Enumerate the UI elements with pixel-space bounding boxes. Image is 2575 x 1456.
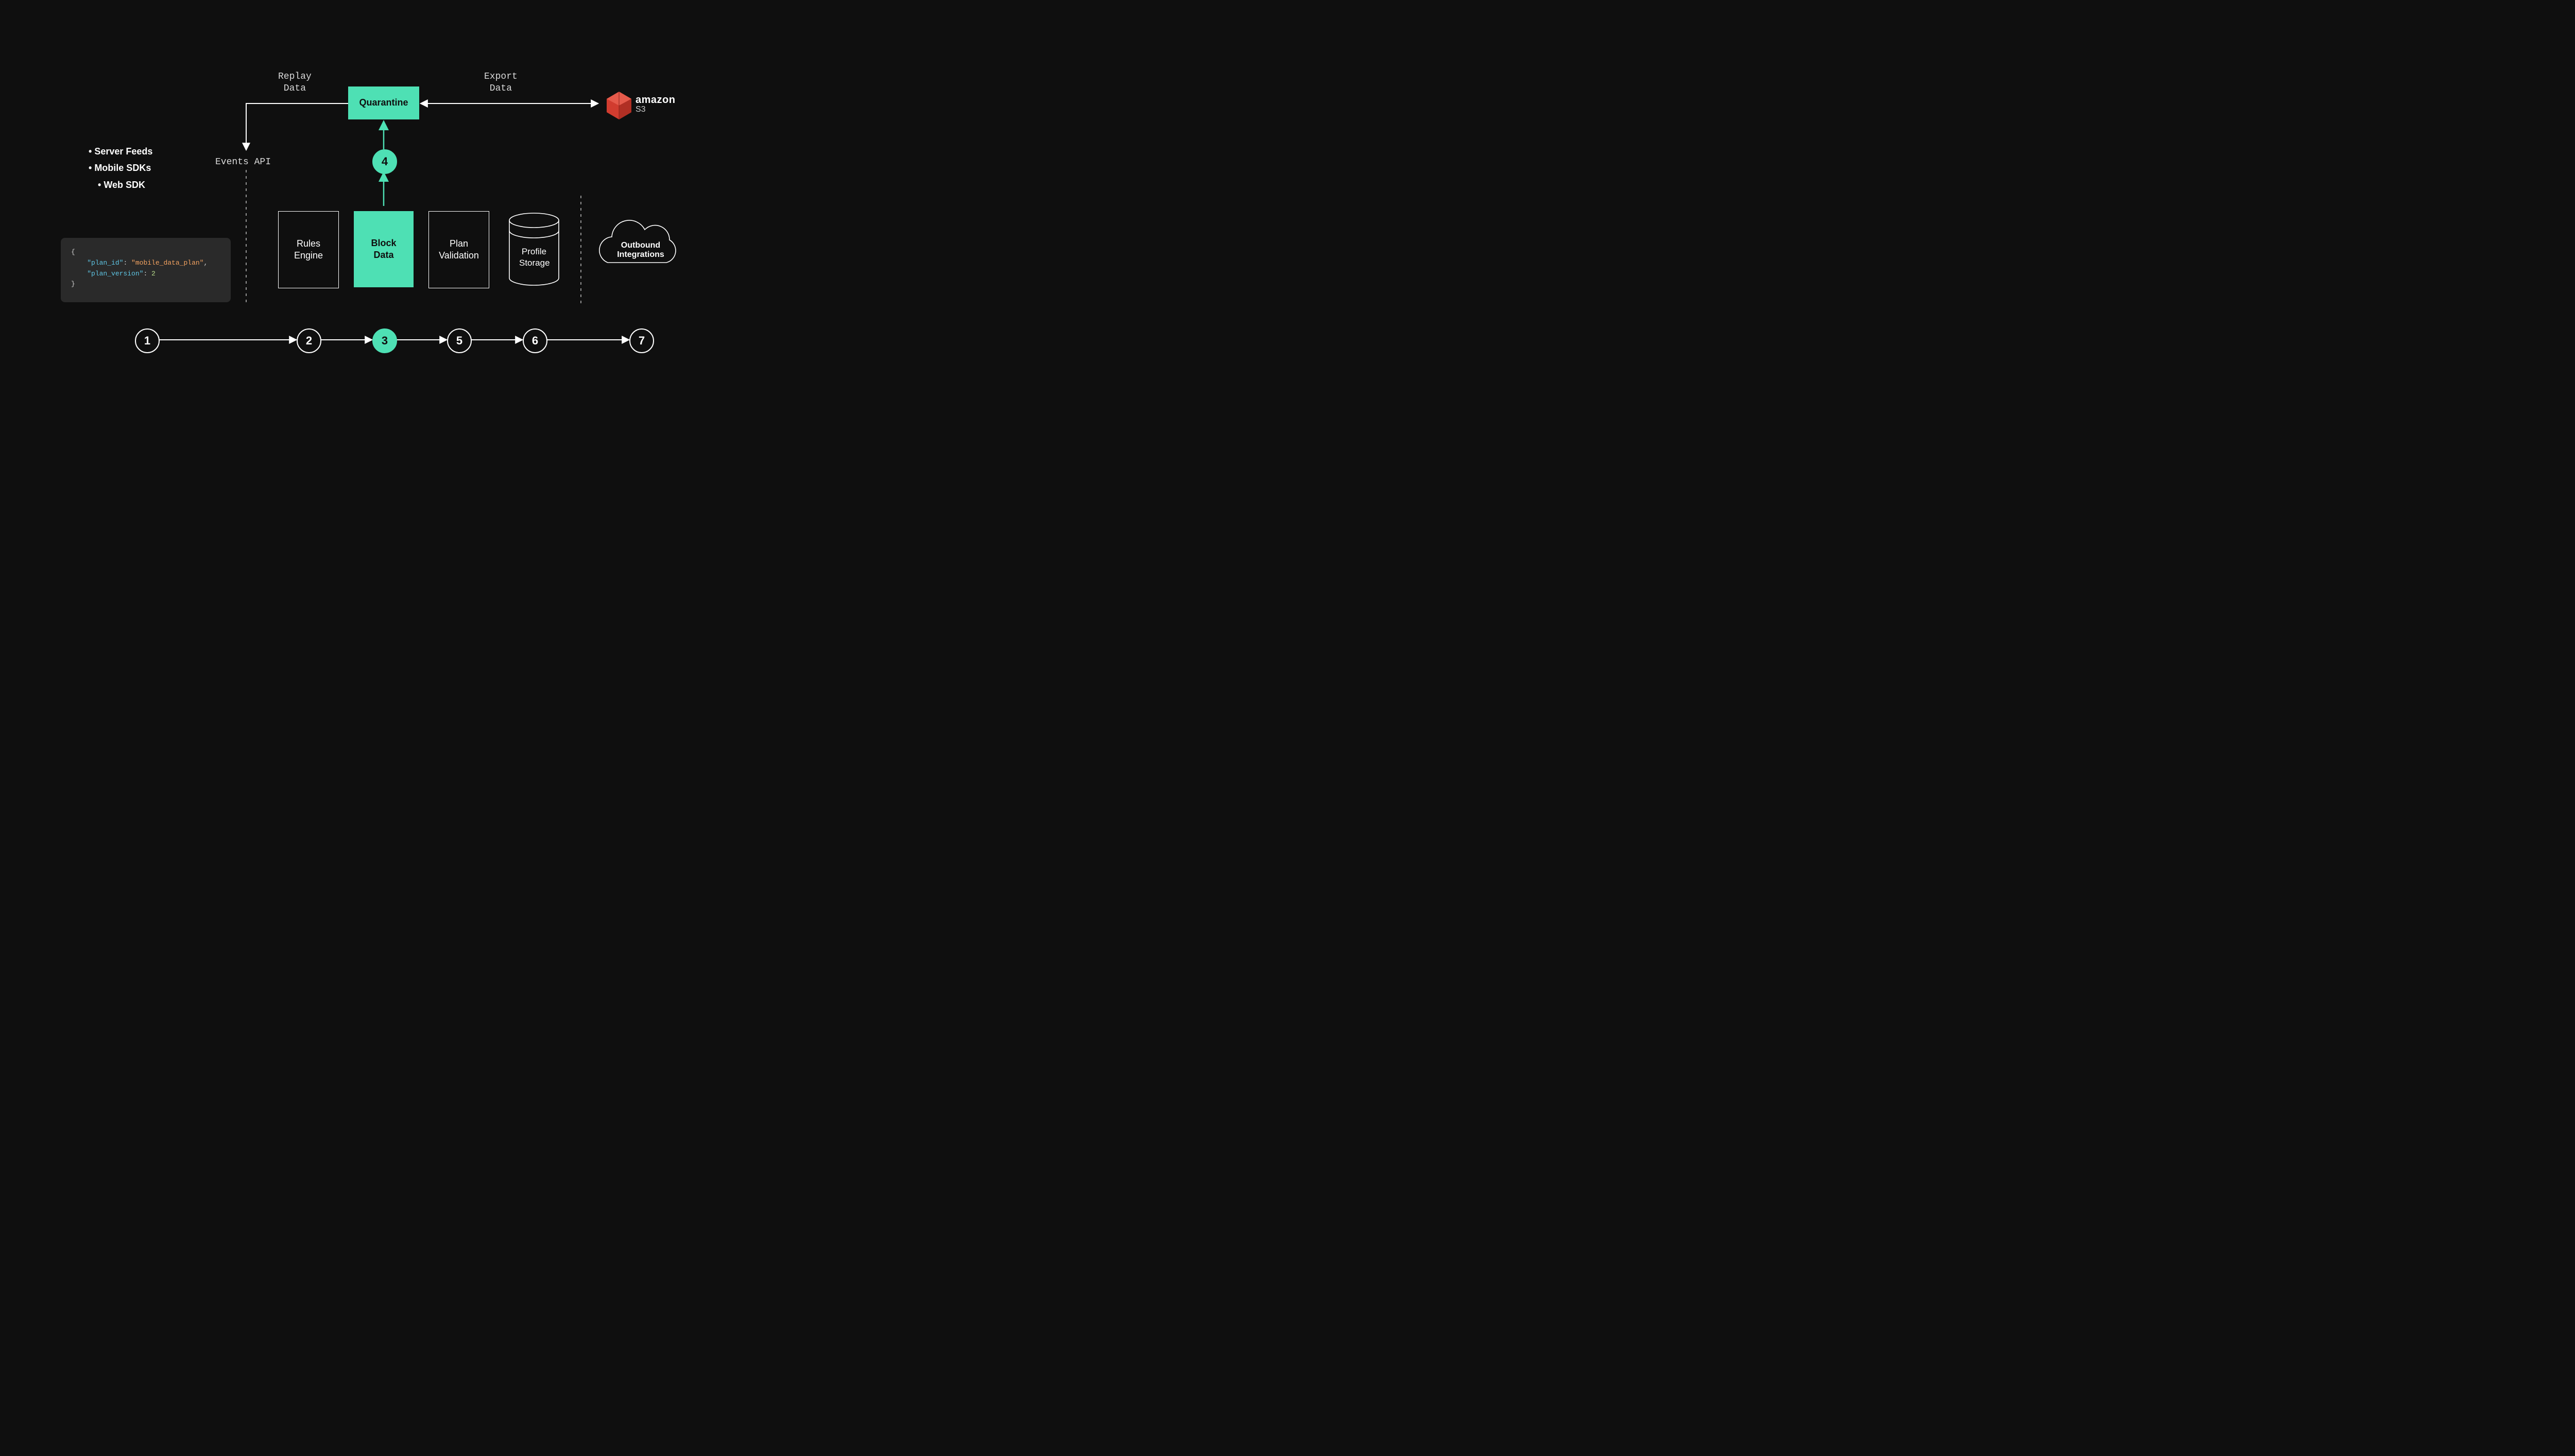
- step-number: 6: [532, 334, 538, 348]
- step-number: 4: [382, 155, 388, 168]
- step-number: 2: [306, 334, 312, 348]
- step-number: 7: [639, 334, 645, 348]
- step-7: 7: [629, 328, 654, 353]
- step-1: 1: [135, 328, 160, 353]
- step-number: 3: [382, 334, 388, 348]
- source-item: Server Feeds: [89, 143, 152, 160]
- source-item: Web SDK: [98, 177, 152, 193]
- code-line: "plan_version": 2: [71, 269, 220, 280]
- quarantine-label: Quarantine: [359, 97, 408, 109]
- code-line: }: [71, 279, 220, 290]
- code-sample: { "plan_id": "mobile_data_plan", "plan_v…: [61, 238, 231, 302]
- events-api-label: Events API: [215, 157, 271, 167]
- step-6: 6: [523, 328, 547, 353]
- code-key: "plan_version": [87, 270, 143, 278]
- code-line: "plan_id": "mobile_data_plan",: [71, 258, 220, 269]
- code-value: "mobile_data_plan": [131, 259, 203, 267]
- quarantine-box: Quarantine: [348, 86, 419, 119]
- source-list: Server Feeds Mobile SDKs Web SDK: [89, 143, 152, 193]
- s3-icon: [607, 92, 631, 119]
- step-2: 2: [297, 328, 321, 353]
- s3-service: S3: [636, 105, 675, 114]
- step-3: 3: [372, 328, 397, 353]
- diagram-canvas: Replay Data Export Data Quarantine amazo…: [0, 0, 779, 437]
- step-number: 1: [144, 334, 150, 348]
- block-data-label: Block Data: [371, 237, 396, 262]
- code-key: "plan_id": [87, 259, 123, 267]
- plan-validation-box: Plan Validation: [428, 211, 489, 288]
- amazon-s3-label: amazon S3: [636, 94, 675, 114]
- code-value: 2: [151, 270, 156, 278]
- step-4: 4: [372, 149, 397, 174]
- step-5: 5: [447, 328, 472, 353]
- rules-engine-label: Rules Engine: [294, 238, 323, 262]
- outbound-integrations-label: Outbound Integrations: [615, 241, 666, 259]
- rules-engine-box: Rules Engine: [278, 211, 339, 288]
- replay-data-label: Replay Data: [278, 71, 312, 95]
- export-data-label: Export Data: [484, 71, 518, 95]
- block-data-box: Block Data: [354, 211, 414, 287]
- s3-brand: amazon: [636, 94, 675, 106]
- code-line: {: [71, 247, 220, 258]
- source-item: Mobile SDKs: [89, 160, 152, 176]
- step-number: 5: [456, 334, 462, 348]
- plan-validation-label: Plan Validation: [439, 238, 479, 262]
- profile-storage-label: Profile Storage: [519, 246, 549, 269]
